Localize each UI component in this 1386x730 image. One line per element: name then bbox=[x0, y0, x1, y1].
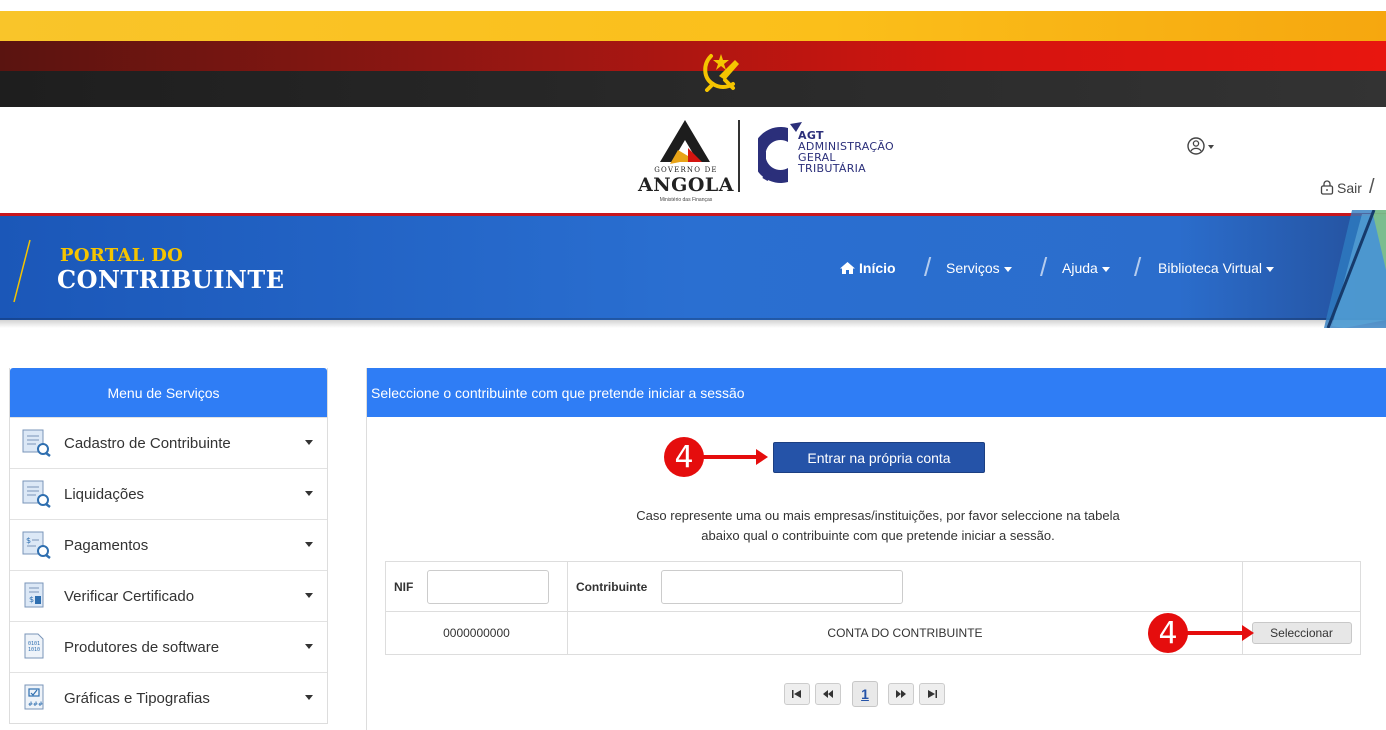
table-header-row: NIF Contribuinte bbox=[385, 561, 1361, 612]
nif-filter-input[interactable] bbox=[427, 569, 550, 604]
svg-text:$: $ bbox=[26, 536, 31, 545]
next-page-icon bbox=[896, 690, 906, 698]
first-page-icon bbox=[792, 690, 801, 698]
services-sidebar: Menu de Serviços Cadastro de Contribuint… bbox=[9, 368, 328, 724]
step-arrow bbox=[702, 449, 768, 465]
nav-separator: / bbox=[924, 252, 932, 282]
next-page-button[interactable] bbox=[888, 683, 914, 705]
chevron-down-icon bbox=[305, 644, 313, 649]
sidebar-item-liquidacoes[interactable]: Liquidações bbox=[10, 468, 327, 519]
flag-stripe-red bbox=[0, 41, 1386, 71]
chevron-down-icon bbox=[305, 440, 313, 445]
brand-slash-icon bbox=[13, 239, 31, 303]
last-page-icon bbox=[928, 690, 937, 698]
chevron-down-icon bbox=[1003, 266, 1012, 272]
sidebar-item-label: Gráficas e Tipografias bbox=[64, 689, 210, 707]
brand-title-line1: PORTAL DO bbox=[60, 245, 184, 266]
sidebar-item-label: Produtores de software bbox=[64, 638, 220, 656]
nav-services-dropdown[interactable]: Serviços bbox=[946, 260, 1012, 276]
software-doc-icon: 0101 1010 bbox=[24, 633, 44, 659]
agt-gear-logo bbox=[758, 122, 802, 183]
sidebar-item-cadastro[interactable]: Cadastro de Contribuinte bbox=[10, 417, 327, 468]
action-cell: Seleccionar bbox=[1242, 611, 1361, 655]
sidebar-item-verificar-certificado[interactable]: $ Verificar Certificado bbox=[10, 570, 327, 621]
sidebar-item-label: Liquidações bbox=[64, 485, 145, 503]
pagination: 1 bbox=[784, 681, 950, 707]
angola-emblem-icon bbox=[703, 54, 739, 92]
printing-doc-icon: ### bbox=[24, 684, 44, 710]
sidebar-item-label: Cadastro de Contribuinte bbox=[64, 434, 231, 452]
lock-icon bbox=[1320, 180, 1334, 195]
page-number-current[interactable]: 1 bbox=[852, 681, 878, 707]
chevron-down-icon bbox=[305, 491, 313, 496]
registry-doc-icon bbox=[22, 429, 51, 457]
sidebar-item-label: Verificar Certificado bbox=[64, 587, 195, 605]
certificate-icon: $ bbox=[24, 582, 44, 608]
nif-column-header: NIF bbox=[385, 561, 568, 612]
selection-instructions: Caso represente uma ou mais empresas/ins… bbox=[636, 508, 1120, 543]
sidebar-item-pagamentos[interactable]: $ Pagamentos bbox=[10, 519, 327, 570]
nav-shadow bbox=[0, 318, 1386, 328]
chevron-down-icon bbox=[305, 593, 313, 598]
contribuinte-column-header: Contribuinte bbox=[566, 561, 1244, 612]
flag-stripe-black bbox=[0, 71, 1386, 107]
enter-own-account-button[interactable]: Entrar na própria conta bbox=[773, 442, 985, 473]
prev-page-icon bbox=[823, 690, 833, 698]
sidebar-title: Menu de Serviços bbox=[10, 368, 327, 417]
step-marker: 4 bbox=[664, 437, 704, 477]
gov-caption: GOVERNO DE bbox=[654, 166, 718, 174]
logo-divider bbox=[738, 120, 740, 192]
taxpayer-table: NIF Contribuinte 0000000000 CONTA DO CON… bbox=[385, 561, 1361, 655]
payment-doc-icon: $ bbox=[22, 531, 51, 559]
nav-decoration-graphic bbox=[1324, 210, 1386, 328]
user-menu-icon[interactable] bbox=[1186, 136, 1220, 156]
main-panel-title: Seleccione o contribuinte com que preten… bbox=[367, 368, 1386, 417]
last-page-button[interactable] bbox=[919, 683, 945, 705]
svg-text:1010: 1010 bbox=[28, 647, 40, 653]
step-marker: 4 bbox=[1148, 613, 1188, 653]
nav-help-dropdown[interactable]: Ajuda bbox=[1062, 260, 1110, 276]
contribuinte-filter-input[interactable] bbox=[661, 569, 904, 604]
action-column-header bbox=[1242, 561, 1361, 612]
sidebar-item-label: Pagamentos bbox=[64, 536, 149, 554]
flag-stripe-gold bbox=[0, 11, 1386, 41]
agt-name: AGT ADMINISTRAÇÃO GERAL TRIBUTÁRIA bbox=[798, 129, 895, 175]
nav-separator: / bbox=[1134, 252, 1142, 282]
nav-home-link[interactable]: Início bbox=[840, 260, 896, 276]
contribuinte-cell: CONTA DO CONTRIBUINTE bbox=[566, 611, 1244, 655]
header-slash-divider: / bbox=[1369, 176, 1375, 198]
prev-page-button[interactable] bbox=[815, 683, 841, 705]
nif-cell: 0000000000 bbox=[385, 611, 568, 655]
gov-subtitle: Ministério das Finanças bbox=[659, 197, 713, 203]
svg-text:###: ### bbox=[28, 701, 43, 708]
nav-separator: / bbox=[1040, 252, 1048, 282]
main-panel: Seleccione o contribuinte com que preten… bbox=[366, 368, 1386, 730]
chevron-down-icon bbox=[305, 542, 313, 547]
first-page-button[interactable] bbox=[784, 683, 810, 705]
home-icon bbox=[840, 262, 855, 274]
chevron-down-icon bbox=[1101, 266, 1110, 272]
page: GOVERNO DE ANGOLA Ministério das Finança… bbox=[0, 0, 1386, 730]
sidebar-item-produtores-software[interactable]: 0101 1010 Produtores de software bbox=[10, 621, 327, 672]
chevron-down-icon bbox=[305, 695, 313, 700]
nav-library-dropdown[interactable]: Biblioteca Virtual bbox=[1158, 260, 1275, 276]
logout-link[interactable]: Sair bbox=[1320, 180, 1362, 196]
gov-name: ANGOLA bbox=[638, 174, 734, 196]
settlement-doc-icon bbox=[22, 480, 51, 508]
brand-title-line2: CONTRIBUINTE bbox=[57, 265, 285, 294]
step-arrow bbox=[1186, 625, 1254, 641]
select-taxpayer-button[interactable]: Seleccionar bbox=[1251, 622, 1352, 644]
chevron-down-icon bbox=[1266, 266, 1275, 272]
svg-text:$: $ bbox=[29, 595, 34, 604]
sidebar-item-graficas-tipografias[interactable]: ### Gráficas e Tipografias bbox=[10, 672, 327, 723]
